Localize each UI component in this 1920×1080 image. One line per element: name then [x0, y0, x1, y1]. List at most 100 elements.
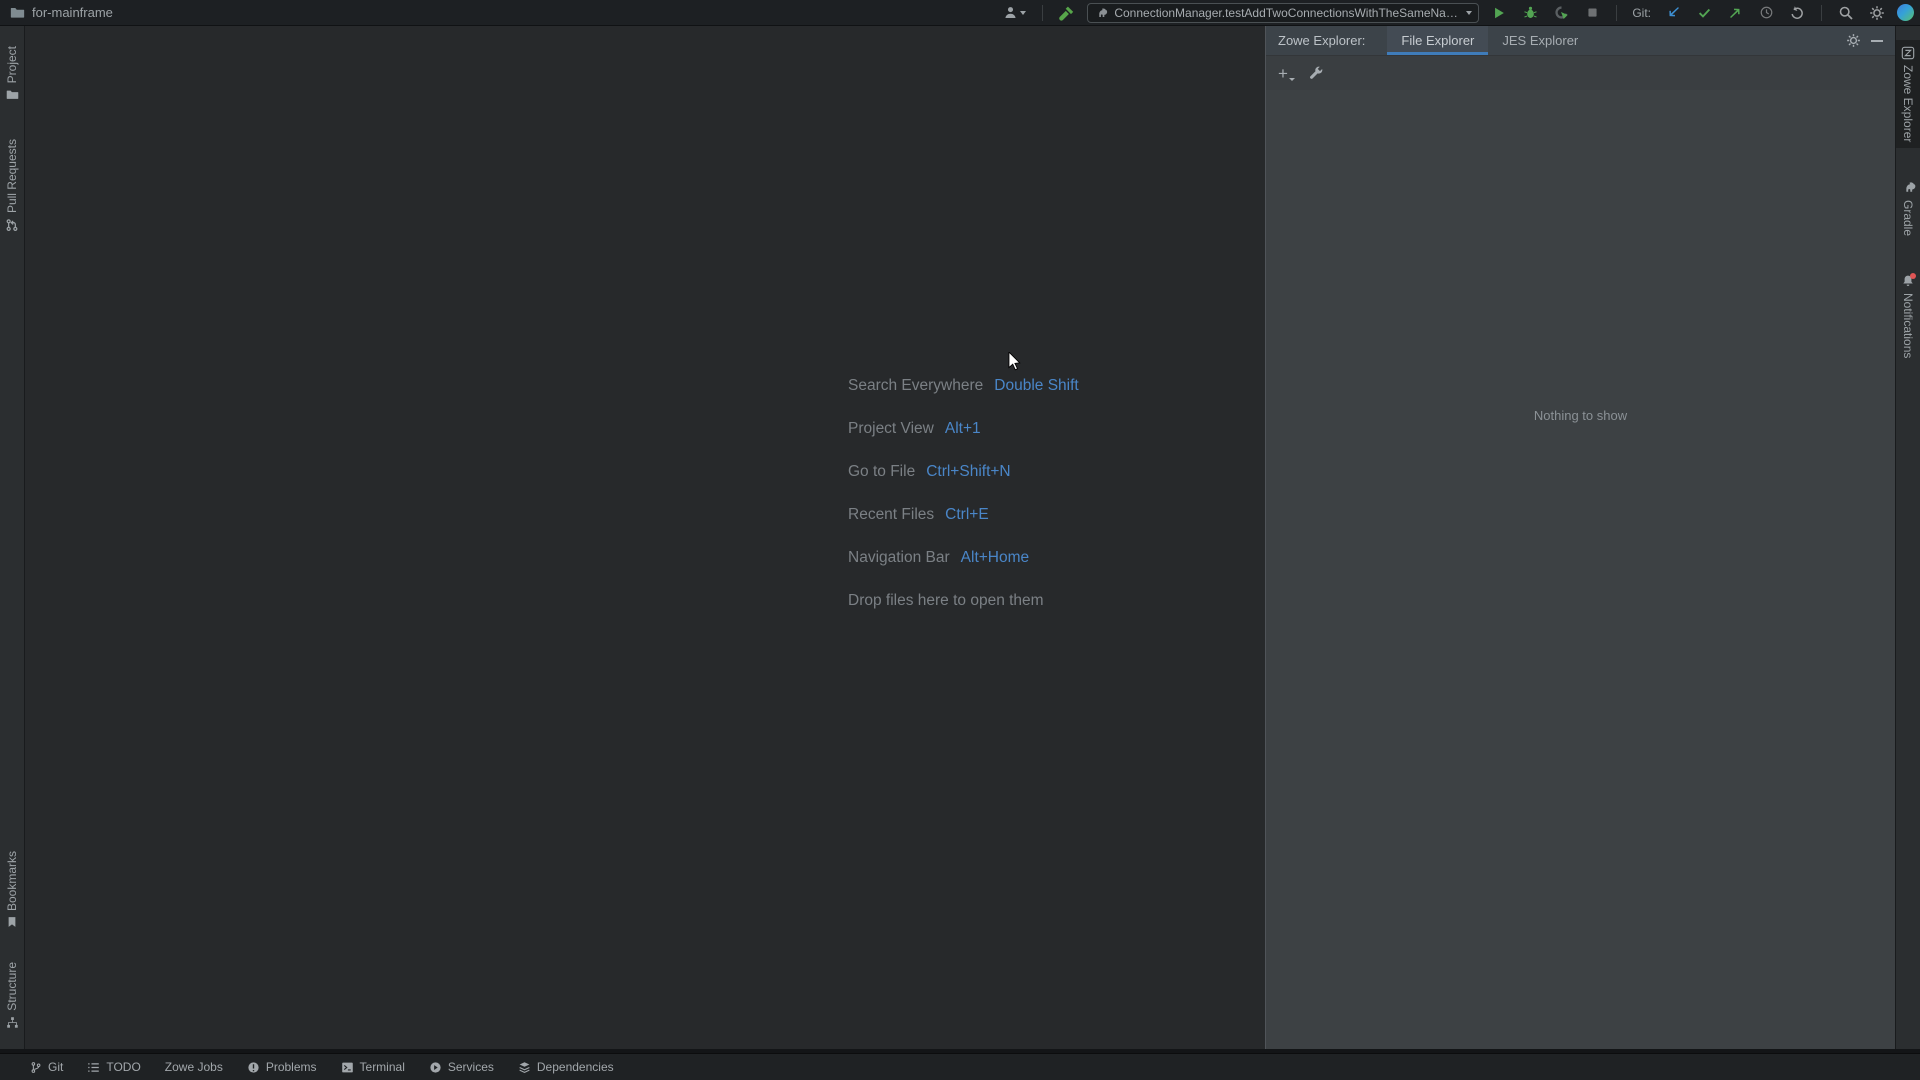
toolwindow-toolbar: + [1266, 56, 1895, 90]
user-account-button[interactable] [999, 2, 1029, 24]
hide-toolwindow-icon[interactable] [1871, 39, 1883, 42]
toolbar-separator [1042, 4, 1044, 21]
shortcut-row: Project View Alt+1 [848, 407, 1079, 450]
git-update-button[interactable] [1662, 2, 1684, 24]
pull-requests-stripe-label: Pull Requests [5, 139, 19, 214]
toolbar-separator [1821, 4, 1822, 21]
sidebar-item-gradle[interactable]: Gradle [1896, 174, 1920, 242]
drop-hint-row: Drop files here to open them [848, 579, 1079, 622]
git-history-button[interactable] [1755, 2, 1777, 24]
gradle-task-icon [1094, 6, 1108, 20]
statusbar-item-services[interactable]: Services [429, 1060, 494, 1074]
profiler-button[interactable] [1550, 2, 1572, 24]
shortcut-keys: Alt+1 [944, 419, 981, 437]
bookmark-icon [6, 916, 18, 928]
user-caret-icon [1019, 10, 1026, 15]
shortcut-keys: Double Shift [994, 376, 1079, 394]
run-configuration-name: ConnectionManager.testAddTwoConnectionsW… [1114, 5, 1459, 20]
statusbar-label: Zowe Jobs [164, 1060, 223, 1074]
gradle-stripe-label: Gradle [1901, 200, 1915, 237]
structure-stripe-label: Structure [5, 962, 19, 1011]
shortcut-keys: Ctrl+E [945, 505, 989, 523]
ide-window: for-mainframe ConnectionManager.testAddT… [0, 0, 1920, 1080]
notifications-bell-icon [1901, 273, 1916, 288]
notifications-stripe-label: Notifications [1901, 293, 1915, 359]
git-commit-button[interactable] [1693, 2, 1715, 24]
tab-file-explorer[interactable]: File Explorer [1387, 26, 1489, 55]
sidebar-item-notifications[interactable]: Notifications [1896, 268, 1920, 364]
zowe-plugin-icon[interactable] [1897, 4, 1914, 21]
notification-badge [1910, 273, 1916, 280]
toolwindow-settings-gear-icon[interactable] [1846, 33, 1861, 48]
shortcut-action: Project View [848, 419, 934, 437]
shortcut-row: Go to File Ctrl+Shift+N [848, 450, 1079, 493]
shortcut-action: Navigation Bar [848, 548, 950, 566]
pull-request-icon [5, 218, 19, 232]
project-name: for-mainframe [32, 5, 113, 20]
search-everywhere-icon[interactable] [1835, 2, 1857, 24]
empty-state-text: Nothing to show [1533, 408, 1628, 423]
project-folder-icon [10, 5, 25, 20]
toolwindow-header: Zowe Explorer: File Explorer JES Explore… [1266, 26, 1895, 56]
sidebar-item-zowe-explorer[interactable]: Zowe Explorer [1895, 40, 1920, 149]
rollback-button[interactable] [1786, 2, 1808, 24]
shortcut-row: Search Everywhere Double Shift [848, 364, 1079, 407]
statusbar-item-problems[interactable]: Problems [247, 1060, 317, 1074]
shortcut-hints: Search Everywhere Double Shift Project V… [848, 364, 1079, 622]
status-bar: Git TODO Zowe Jobs Problems Terminal Ser… [0, 1053, 1920, 1080]
drop-files-hint: Drop files here to open them [848, 591, 1044, 609]
run-button[interactable] [1488, 2, 1510, 24]
zowe-explorer-toolwindow: Zowe Explorer: File Explorer JES Explore… [1265, 26, 1895, 1049]
shortcut-action: Recent Files [848, 505, 935, 523]
add-caret-icon [1288, 77, 1295, 81]
terminal-icon [341, 1061, 354, 1074]
toolbar-separator [1616, 4, 1618, 21]
shortcut-row: Navigation Bar Alt+Home [848, 536, 1079, 579]
run-config-caret-icon [1466, 10, 1473, 15]
gradle-elephant-icon [1901, 180, 1916, 195]
statusbar-label: Problems [265, 1060, 317, 1074]
statusbar-item-git[interactable]: Git [30, 1060, 63, 1074]
git-push-button[interactable] [1724, 2, 1746, 24]
project-stripe-label: Project [5, 46, 19, 84]
structure-icon [6, 1016, 19, 1029]
sidebar-item-structure[interactable]: Structure [0, 956, 25, 1035]
debug-button[interactable] [1519, 2, 1541, 24]
bookmarks-stripe-label: Bookmarks [5, 851, 19, 912]
tab-jes-explorer[interactable]: JES Explorer [1488, 26, 1592, 55]
statusbar-label: Services [447, 1060, 494, 1074]
problems-icon [247, 1061, 260, 1074]
wrench-settings-button[interactable] [1309, 66, 1324, 81]
statusbar-label: TODO [106, 1060, 141, 1074]
todo-list-icon [87, 1061, 100, 1074]
shortcut-keys: Alt+Home [960, 548, 1030, 566]
build-hammer-button[interactable] [1056, 2, 1078, 24]
services-icon [429, 1061, 442, 1074]
shortcut-row: Recent Files Ctrl+E [848, 493, 1079, 536]
git-label: Git: [1632, 5, 1651, 20]
settings-gear-icon[interactable] [1866, 2, 1888, 24]
mouse-cursor [1007, 352, 1022, 372]
statusbar-label: Git [48, 1060, 64, 1074]
statusbar-label: Dependencies [536, 1060, 614, 1074]
run-configuration-select[interactable]: ConnectionManager.testAddTwoConnectionsW… [1087, 2, 1480, 23]
statusbar-label: Terminal [359, 1060, 405, 1074]
left-toolwindow-stripe: Project Pull Requests Bookmarks Structur… [0, 26, 25, 1049]
statusbar-item-zowe-jobs[interactable]: Zowe Jobs [165, 1060, 223, 1074]
statusbar-item-terminal[interactable]: Terminal [341, 1060, 405, 1074]
zowe-explorer-stripe-label: Zowe Explorer [1901, 65, 1915, 143]
editor-area[interactable]: Search Everywhere Double Shift Project V… [25, 26, 1265, 1049]
right-toolwindow-stripe: Zowe Explorer Gradle Notifications [1895, 26, 1920, 1049]
toolwindow-content[interactable]: Nothing to show [1266, 90, 1895, 1049]
add-connection-button[interactable]: + [1278, 65, 1295, 82]
zowe-z-icon [1901, 46, 1915, 60]
toolwindow-title: Zowe Explorer: [1278, 33, 1366, 48]
sidebar-item-pull-requests[interactable]: Pull Requests [0, 133, 25, 238]
sidebar-item-project[interactable]: Project [0, 40, 25, 107]
title-bar: for-mainframe ConnectionManager.testAddT… [0, 0, 1920, 26]
sidebar-item-bookmarks[interactable]: Bookmarks [0, 845, 25, 934]
folder-icon [6, 88, 19, 101]
statusbar-item-dependencies[interactable]: Dependencies [518, 1060, 614, 1074]
statusbar-item-todo[interactable]: TODO [87, 1060, 141, 1074]
stop-button[interactable] [1581, 2, 1603, 24]
